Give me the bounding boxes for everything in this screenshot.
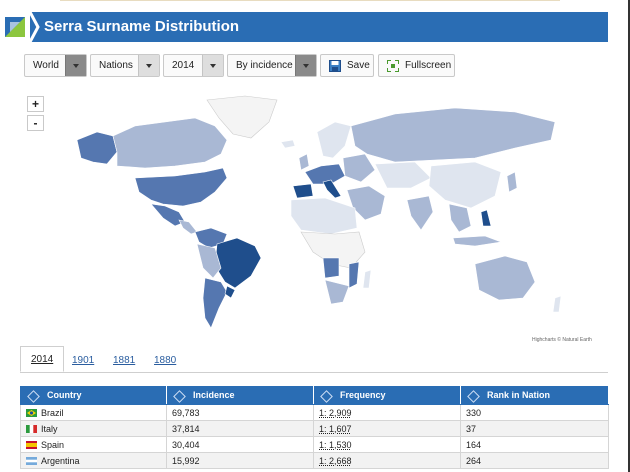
country-new-zealand[interactable] bbox=[552, 295, 562, 313]
page-title: Serra Surname Distribution bbox=[44, 18, 240, 35]
country-philippines[interactable] bbox=[480, 209, 492, 227]
year-select-value: 2014 bbox=[172, 60, 195, 71]
country-uruguay[interactable] bbox=[224, 285, 236, 299]
chevron-down-icon bbox=[65, 55, 86, 76]
country-north-africa[interactable] bbox=[290, 197, 358, 235]
rank-cell: 264 bbox=[460, 452, 609, 469]
country-brazil[interactable] bbox=[214, 237, 262, 289]
country-india[interactable] bbox=[406, 195, 434, 231]
country-mexico[interactable] bbox=[150, 203, 186, 227]
metric-select-value: By incidence bbox=[236, 60, 293, 71]
header-chevron-icon bbox=[28, 12, 40, 42]
table-row: Brazil 69,783 1: 2,909 330 bbox=[20, 404, 609, 421]
country-italy[interactable] bbox=[322, 179, 342, 199]
country-angola[interactable] bbox=[322, 257, 340, 279]
frequency-cell: 1: 1,530 bbox=[313, 436, 461, 453]
spain-flag-icon bbox=[26, 441, 37, 450]
country-eastern-europe[interactable] bbox=[342, 153, 376, 183]
table-row: Argentina 15,992 1: 2,668 264 bbox=[20, 452, 609, 469]
column-header-country[interactable]: Country bbox=[20, 386, 167, 405]
chevron-down-icon bbox=[295, 55, 316, 76]
incidence-cell: 69,783 bbox=[166, 404, 314, 421]
chevron-down-icon bbox=[138, 55, 159, 76]
country-mozambique[interactable] bbox=[348, 261, 360, 289]
country-usa[interactable] bbox=[134, 167, 228, 207]
sort-icon bbox=[467, 389, 480, 403]
country-iceland[interactable] bbox=[280, 139, 296, 149]
frequency-cell: 1: 2,668 bbox=[313, 452, 461, 469]
frequency-cell: 1: 2,909 bbox=[313, 404, 461, 421]
country-scandinavia[interactable] bbox=[316, 121, 352, 159]
tab-1901[interactable]: 1901 bbox=[72, 350, 94, 372]
table-row: Italy 37,814 1: 1,607 37 bbox=[20, 420, 609, 437]
tab-1880[interactable]: 1880 bbox=[154, 350, 176, 372]
year-select[interactable]: 2014 bbox=[163, 54, 224, 77]
country-cell: Italy bbox=[20, 420, 167, 437]
sort-icon bbox=[320, 389, 333, 403]
level-select[interactable]: Nations bbox=[90, 54, 160, 77]
country-china[interactable] bbox=[428, 161, 502, 209]
rank-cell: 164 bbox=[460, 436, 609, 453]
tab-2014[interactable]: 2014 bbox=[20, 346, 65, 372]
frequency-cell: 1: 1,607 bbox=[313, 420, 461, 437]
scope-select-value: World bbox=[33, 60, 59, 71]
country-argentina[interactable] bbox=[202, 277, 228, 329]
sort-icon bbox=[173, 389, 186, 403]
top-rule bbox=[60, 0, 560, 1]
country-cell: Argentina bbox=[20, 452, 167, 469]
table-header-row: Country Incidence Frequency Rank in Nati… bbox=[20, 386, 609, 405]
level-select-value: Nations bbox=[99, 60, 133, 71]
country-southern-africa[interactable] bbox=[324, 279, 350, 305]
zoom-out-button[interactable]: - bbox=[27, 115, 44, 131]
country-uk[interactable] bbox=[298, 153, 310, 171]
save-button[interactable]: Save bbox=[320, 54, 374, 77]
country-alaska[interactable] bbox=[76, 131, 118, 165]
map-credit[interactable]: Highcharts © Natural Earth bbox=[532, 337, 592, 343]
column-header-incidence[interactable]: Incidence bbox=[166, 386, 314, 405]
fullscreen-button[interactable]: Fullscreen bbox=[378, 54, 455, 77]
country-cell: Brazil bbox=[20, 404, 167, 421]
country-madagascar[interactable] bbox=[362, 269, 372, 289]
column-header-rank[interactable]: Rank in Nation bbox=[460, 386, 609, 405]
tab-1881[interactable]: 1881 bbox=[113, 350, 135, 372]
zoom-in-button[interactable]: + bbox=[27, 96, 44, 112]
country-australia[interactable] bbox=[474, 255, 536, 301]
chevron-down-icon bbox=[202, 55, 223, 76]
brazil-flag-icon bbox=[26, 409, 37, 418]
floppy-disk-icon bbox=[329, 60, 341, 72]
rank-cell: 37 bbox=[460, 420, 609, 437]
save-button-label: Save bbox=[347, 60, 370, 71]
country-central-america[interactable] bbox=[178, 219, 198, 235]
scope-select[interactable]: World bbox=[24, 54, 87, 77]
table-row: Spain 30,404 1: 1,530 164 bbox=[20, 436, 609, 453]
country-central-asia[interactable] bbox=[374, 161, 432, 189]
incidence-cell: 30,404 bbox=[166, 436, 314, 453]
country-japan[interactable] bbox=[506, 171, 518, 193]
incidence-cell: 15,992 bbox=[166, 452, 314, 469]
distribution-table: Country Incidence Frequency Rank in Nati… bbox=[20, 386, 609, 469]
metric-select[interactable]: By incidence bbox=[227, 54, 317, 77]
italy-flag-icon bbox=[26, 425, 37, 434]
fullscreen-icon bbox=[387, 60, 399, 72]
country-southeast-asia[interactable] bbox=[448, 203, 472, 233]
sort-icon bbox=[27, 389, 40, 403]
year-tabs bbox=[20, 346, 608, 373]
country-cell: Spain bbox=[20, 436, 167, 453]
country-indonesia[interactable] bbox=[452, 235, 503, 247]
rank-cell: 330 bbox=[460, 404, 609, 421]
world-map[interactable] bbox=[55, 92, 575, 332]
fullscreen-button-label: Fullscreen bbox=[405, 60, 452, 71]
logo-icon bbox=[2, 12, 30, 42]
country-western-europe[interactable] bbox=[304, 163, 346, 185]
country-russia[interactable] bbox=[350, 107, 556, 163]
country-spain[interactable] bbox=[292, 183, 314, 199]
argentina-flag-icon bbox=[26, 457, 37, 466]
incidence-cell: 37,814 bbox=[166, 420, 314, 437]
column-header-frequency[interactable]: Frequency bbox=[313, 386, 461, 405]
country-canada[interactable] bbox=[112, 117, 228, 169]
